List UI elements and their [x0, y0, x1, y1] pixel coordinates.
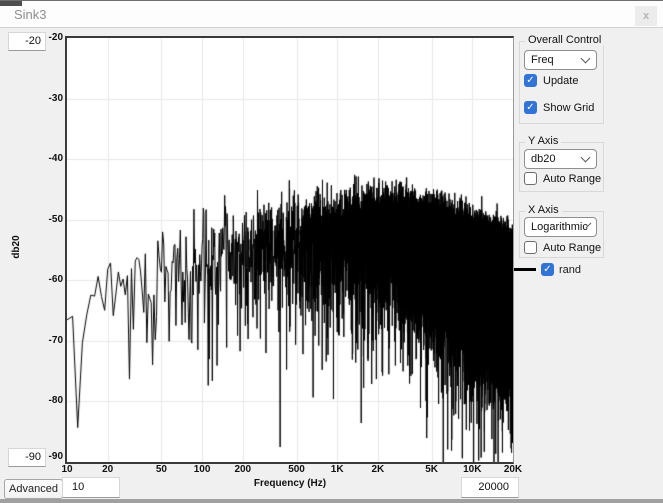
- show-grid-checkbox-label: Show Grid: [543, 102, 594, 114]
- x-axis-group-title: X Axis: [525, 204, 562, 216]
- y-axis-dropdown[interactable]: db20: [524, 149, 597, 169]
- x-tick-label: 100: [185, 464, 219, 475]
- x-auto-range-label: Auto Range: [543, 242, 601, 254]
- x-auto-range-row[interactable]: Auto Range: [524, 241, 601, 254]
- x-tick-label: 50: [144, 464, 178, 475]
- x-tick-label: 10K: [455, 464, 489, 475]
- y-axis-dropdown-value: db20: [531, 153, 555, 165]
- x-tick-label: 1K: [320, 464, 354, 475]
- x-tick-label: 5K: [415, 464, 449, 475]
- show-grid-checkbox-row[interactable]: ✓ Show Grid: [524, 101, 594, 114]
- x-tick-label: 10: [50, 464, 84, 475]
- x-axis-dropdown[interactable]: Logarithmic: [524, 217, 597, 237]
- x-tick-label: 20K: [496, 464, 530, 475]
- x-tick-label: 2K: [361, 464, 395, 475]
- y-tick-label: -60: [37, 274, 63, 285]
- spectrum-plot-canvas: [67, 38, 513, 462]
- y-auto-range-label: Auto Range: [543, 173, 601, 185]
- y-axis-group-title: Y Axis: [525, 135, 561, 147]
- window-bottom-edge: [0, 499, 663, 503]
- overall-control-dropdown-value: Freq: [531, 54, 554, 66]
- advanced-button[interactable]: Advanced: [4, 479, 63, 499]
- overall-control-dropdown[interactable]: Freq: [524, 50, 597, 70]
- y-tick-label: -90: [37, 451, 63, 462]
- plot-area: [65, 36, 514, 464]
- y-auto-range-checkbox[interactable]: [524, 172, 537, 185]
- y-tick-label: -80: [37, 395, 63, 406]
- x-axis-title: Frequency (Hz): [230, 478, 350, 489]
- legend: ✓ rand: [514, 263, 581, 276]
- window-top-edge: [0, 1, 22, 6]
- legend-line-sample: [514, 268, 536, 271]
- x-auto-range-checkbox[interactable]: [524, 241, 537, 254]
- chevron-down-icon: [581, 54, 591, 64]
- legend-rand-label: rand: [559, 264, 581, 276]
- x-axis-dropdown-value: Logarithmic: [531, 221, 588, 233]
- window-title: Sink3: [14, 7, 47, 22]
- x-max-input[interactable]: 20000: [461, 477, 519, 498]
- y-tick-label: -30: [37, 93, 63, 104]
- title-bar: Sink3 x: [0, 0, 663, 28]
- y-tick-label: -70: [37, 335, 63, 346]
- update-checkbox[interactable]: ✓: [524, 74, 537, 87]
- update-checkbox-label: Update: [543, 75, 578, 87]
- legend-rand-checkbox[interactable]: ✓: [541, 263, 554, 276]
- y-axis-title: db20: [11, 229, 25, 265]
- close-button[interactable]: x: [635, 6, 657, 26]
- show-grid-checkbox[interactable]: ✓: [524, 101, 537, 114]
- y-auto-range-row[interactable]: Auto Range: [524, 172, 601, 185]
- overall-control-group-title: Overall Control: [525, 34, 604, 46]
- x-tick-label: 200: [226, 464, 260, 475]
- y-tick-label: -40: [37, 153, 63, 164]
- y-tick-label: -20: [37, 32, 63, 43]
- y-tick-label: -50: [37, 214, 63, 225]
- x-min-input[interactable]: 10: [62, 477, 120, 498]
- x-tick-label: 500: [280, 464, 314, 475]
- chevron-down-icon: [581, 153, 591, 163]
- sink-window: Sink3 x -20 db20 -90 Advanced -20-30-40-…: [0, 0, 663, 503]
- update-checkbox-row[interactable]: ✓ Update: [524, 74, 578, 87]
- x-tick-label: 20: [91, 464, 125, 475]
